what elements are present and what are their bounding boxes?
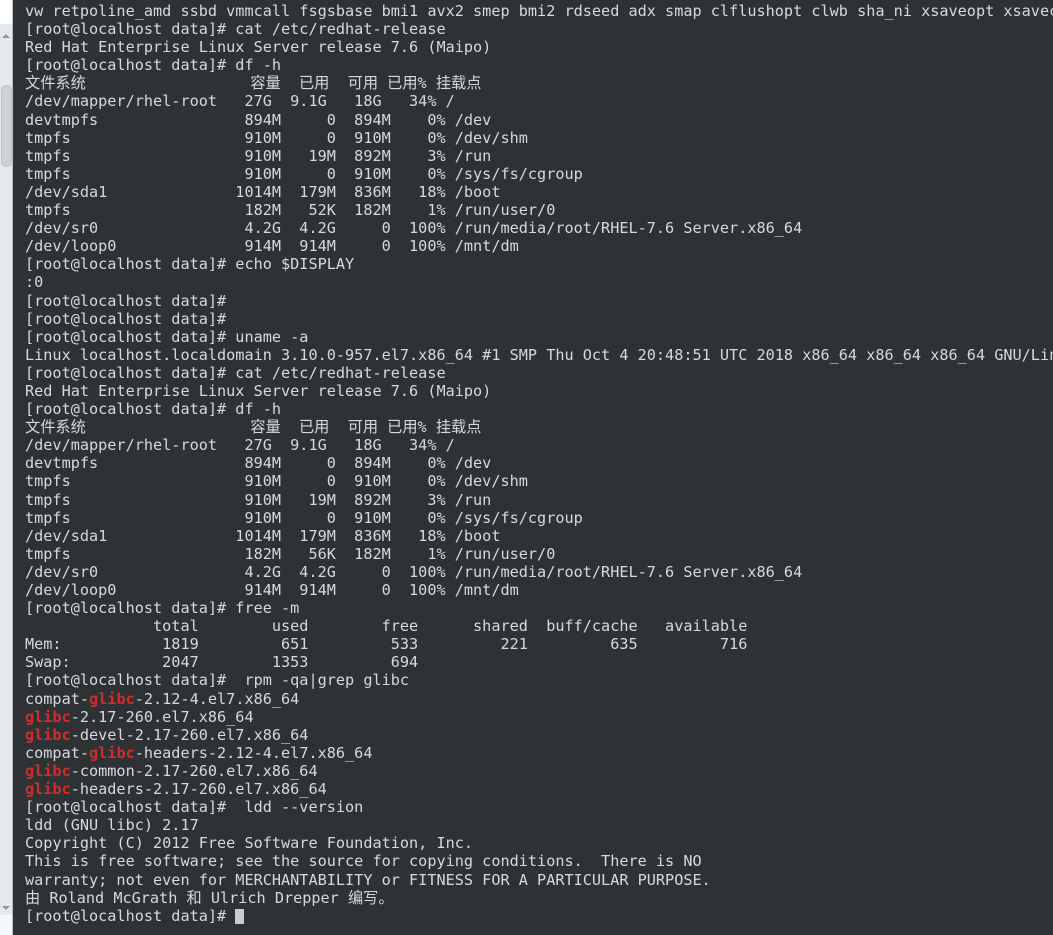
- terminal-line: Copyright (C) 2012 Free Software Foundat…: [25, 834, 474, 853]
- chevron-up-icon[interactable]: [1, 30, 12, 41]
- terminal-line: tmpfs 910M 0 910M 0% /dev/shm: [25, 128, 528, 147]
- grep-match-text: glibc: [89, 689, 135, 708]
- terminal-line: 文件系统 容量 已用 可用 已用% 挂载点: [25, 74, 482, 93]
- terminal-line: [root@localhost data]#: [25, 907, 1053, 925]
- terminal-line: compat-glibc-headers-2.12-4.el7.x86_64: [25, 744, 1053, 762]
- terminal-text: -common-2.17-260.el7.x86_64: [70, 761, 318, 780]
- terminal-line: Linux localhost.localdomain 3.10.0-957.e…: [25, 345, 1053, 364]
- terminal-line: glibc-common-2.17-260.el7.x86_64: [25, 762, 1053, 780]
- terminal-line: /dev/loop0 914M 914M 0 100% /mnt/dm: [25, 581, 519, 599]
- terminal-line: tmpfs 182M 56K 182M 1% /run/user/0: [25, 544, 556, 563]
- terminal-line: :0: [25, 273, 44, 292]
- terminal-text: -devel-2.17-260.el7.x86_64: [70, 725, 309, 744]
- terminal-line: [root@localhost data]# ldd --version: [25, 798, 364, 817]
- terminal-line: /dev/sda1 1014M 179M 836M 18% /boot: [25, 526, 501, 545]
- chevron-down-icon[interactable]: [1, 902, 12, 913]
- terminal-line: [root@localhost data]# df -h: [25, 400, 282, 419]
- terminal-line: glibc-2.17-260.el7.x86_64: [25, 708, 1053, 726]
- terminal-line: /dev/mapper/rhel-root 27G 9.1G 18G 34% /: [25, 92, 455, 111]
- terminal-line: tmpfs 910M 0 910M 0% /sys/fs/cgroup: [25, 508, 583, 527]
- terminal-text: -headers-2.17-260.el7.x86_64: [70, 780, 327, 799]
- terminal-line: tmpfs 910M 0 910M 0% /dev/shm: [25, 472, 528, 491]
- terminal-line: tmpfs 182M 52K 182M 1% /run/user/0: [25, 201, 556, 220]
- terminal-line: Mem: 1819 651 533 221 635 716: [25, 635, 748, 654]
- grep-match-text: glibc: [25, 707, 71, 726]
- grep-match-text: glibc: [25, 761, 71, 780]
- terminal-window: vw retpoline_amd ssbd vmmcall fsgsbase b…: [0, 0, 1053, 935]
- scrollbar-bottom-cap: [0, 915, 12, 935]
- terminal-line: glibc-devel-2.17-260.el7.x86_64: [25, 726, 1053, 744]
- terminal-scrollbar[interactable]: [0, 0, 13, 935]
- terminal-text: compat-: [25, 743, 90, 762]
- terminal-line: [root@localhost data]#: [25, 291, 227, 310]
- terminal-line: Red Hat Enterprise Linux Server release …: [25, 381, 492, 400]
- terminal-line: [root@localhost data]# echo $DISPLAY: [25, 255, 355, 274]
- terminal-line: warranty; not even for MERCHANTABILITY o…: [25, 870, 711, 889]
- terminal-text: -2.12-4.el7.x86_64: [134, 689, 300, 708]
- terminal-line: tmpfs 910M 19M 892M 3% /run: [25, 146, 492, 165]
- terminal-line: devtmpfs 894M 0 894M 0% /dev: [25, 110, 492, 129]
- terminal-line: /dev/sr0 4.2G 4.2G 0 100% /run/media/roo…: [25, 562, 803, 581]
- terminal-line: [root@localhost data]#: [25, 309, 227, 328]
- terminal-line: devtmpfs 894M 0 894M 0% /dev: [25, 454, 492, 473]
- grep-match-text: glibc: [25, 725, 71, 744]
- terminal-line: vw retpoline_amd ssbd vmmcall fsgsbase b…: [25, 2, 1053, 20]
- terminal-line: compat-glibc-2.12-4.el7.x86_64: [25, 690, 1053, 708]
- terminal-text: compat-: [25, 689, 90, 708]
- terminal-text: -2.17-260.el7.x86_64: [70, 707, 254, 726]
- terminal-line: 由 Roland McGrath 和 Ulrich Drepper 编写。: [25, 888, 394, 907]
- terminal-line: /dev/loop0 914M 914M 0 100% /mnt/dm: [25, 237, 519, 256]
- terminal-line: [root@localhost data]# df -h: [25, 56, 282, 75]
- terminal-line: 文件系统 容量 已用 可用 已用% 挂载点: [25, 418, 482, 437]
- terminal-text: -headers-2.12-4.el7.x86_64: [134, 743, 373, 762]
- terminal-line: Red Hat Enterprise Linux Server release …: [25, 38, 492, 57]
- terminal-line: [root@localhost data]# cat /etc/redhat-r…: [25, 363, 446, 382]
- scrollbar-thumb[interactable]: [1, 85, 12, 167]
- terminal-line: /dev/sr0 4.2G 4.2G 0 100% /run/media/roo…: [25, 219, 803, 238]
- terminal-line: total used free shared buff/cache availa…: [25, 617, 748, 636]
- terminal-line: This is free software; see the source fo…: [25, 852, 702, 871]
- terminal-line: [root@localhost data]# rpm -qa|grep glib…: [25, 671, 410, 690]
- block-cursor: [235, 908, 245, 924]
- terminal-line: [root@localhost data]# cat /etc/redhat-r…: [25, 20, 446, 39]
- grep-match-text: glibc: [25, 780, 71, 799]
- terminal-line: tmpfs 910M 0 910M 0% /sys/fs/cgroup: [25, 164, 583, 183]
- terminal-line: tmpfs 910M 19M 892M 3% /run: [25, 490, 492, 509]
- terminal-line: [root@localhost data]# free -m: [25, 599, 300, 618]
- grep-match-text: glibc: [89, 743, 135, 762]
- terminal-line: [root@localhost data]# uname -a: [25, 327, 309, 346]
- terminal-line: /dev/sda1 1014M 179M 836M 18% /boot: [25, 182, 501, 201]
- scrollbar-trough-top[interactable]: [0, 0, 12, 24]
- terminal-line: ldd (GNU libc) 2.17: [25, 816, 199, 835]
- terminal-line: /dev/mapper/rhel-root 27G 9.1G 18G 34% /: [25, 436, 455, 455]
- terminal-line: glibc-headers-2.17-260.el7.x86_64: [25, 780, 1053, 798]
- terminal-output-area[interactable]: vw retpoline_amd ssbd vmmcall fsgsbase b…: [13, 0, 1053, 935]
- terminal-line: Swap: 2047 1353 694: [25, 653, 419, 672]
